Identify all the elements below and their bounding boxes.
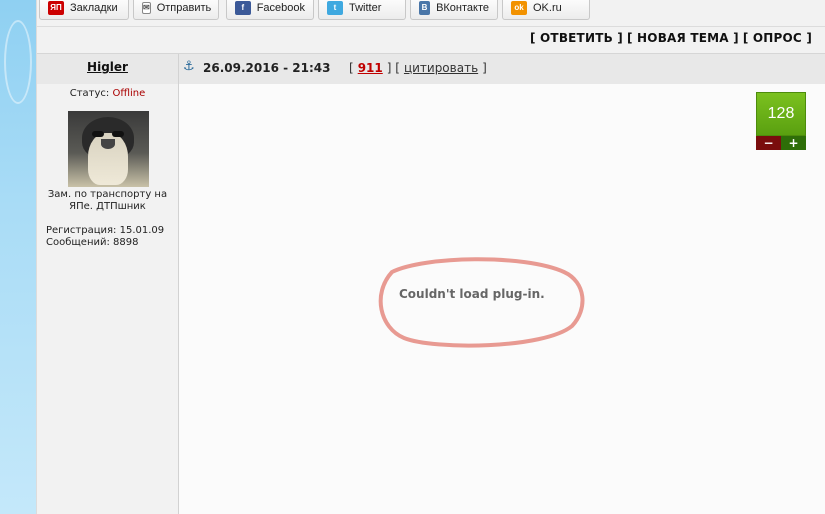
post-content: 128 − + Couldn't load plug-in. — [179, 84, 825, 514]
avatar-eye — [92, 131, 104, 137]
divider — [178, 54, 179, 84]
rating-plus-button[interactable]: + — [781, 136, 806, 150]
rating-buttons: − + — [756, 136, 806, 150]
new-topic-button[interactable]: [ НОВАЯ ТЕМА ] — [627, 31, 739, 45]
author-status: Статус: Offline — [37, 88, 178, 99]
author-rank: Зам. по транспорту на ЯПе. ДТПшник — [47, 189, 168, 212]
author-info: Статус: Offline Зам. по транспорту на ЯП… — [37, 84, 178, 514]
share-button-label: ВКонтакте — [436, 1, 489, 14]
twitter-icon: t — [327, 0, 343, 15]
share-button-label: OK.ru — [533, 1, 562, 14]
share-facebook-button[interactable]: f Facebook — [226, 0, 314, 20]
avatar[interactable] — [68, 111, 149, 187]
message-count: Сообщений: 8898 — [46, 237, 139, 248]
share-vk-button[interactable]: В ВКонтакте — [410, 0, 498, 20]
avatar-eye — [112, 131, 124, 137]
registration-date: Регистрация: 15.01.09 — [46, 225, 165, 236]
ok-icon: ok — [511, 0, 527, 15]
status-label: Статус: — [69, 88, 110, 99]
post-date: 26.09.2016 - 21:43 — [203, 61, 331, 75]
share-bookmarks-button[interactable]: ЯП Закладки — [39, 0, 129, 20]
topic-actions: [ ОТВЕТИТЬ ] [ НОВАЯ ТЕМА ] [ ОПРОС ] — [530, 31, 812, 45]
post-author-link[interactable]: Higler — [37, 60, 178, 74]
bracket: [ — [349, 61, 354, 75]
share-button-label: Twitter — [349, 1, 382, 14]
poll-button[interactable]: [ ОПРОС ] — [743, 31, 812, 45]
reply-button[interactable]: [ ОТВЕТИТЬ ] — [530, 31, 623, 45]
share-button-label: Отправить — [156, 1, 212, 14]
post-header: Higler ⚓ 26.09.2016 - 21:43 [911] [ цитир… — [37, 53, 825, 85]
annotation-circle — [378, 257, 585, 348]
share-send-button[interactable]: ✉ Отправить — [133, 0, 219, 20]
post-rating: 128 − + — [756, 92, 806, 150]
quote-link[interactable]: цитировать — [404, 61, 478, 75]
post-meta: [911] [ цитировать] — [349, 61, 487, 75]
share-button-label: Закладки — [70, 1, 118, 14]
post-number-link[interactable]: 911 — [358, 61, 383, 75]
share-bar: ЯП Закладки ✉ Отправить f Facebook t Twi… — [37, 0, 825, 22]
facebook-icon: f — [235, 0, 251, 15]
avatar-beak — [101, 139, 115, 149]
anchor-icon[interactable]: ⚓ — [183, 59, 195, 74]
share-twitter-button[interactable]: t Twitter — [318, 0, 406, 20]
forum-thread: ЯП Закладки ✉ Отправить f Facebook t Twi… — [36, 0, 825, 514]
mail-icon: ✉ — [142, 1, 151, 14]
bracket: ] [ — [386, 61, 400, 75]
plugin-error-message: Couldn't load plug-in. — [399, 287, 545, 301]
page-background-decoration — [0, 0, 36, 514]
author-stats: Регистрация: 15.01.09 Сообщений: 8898 — [46, 225, 164, 249]
share-button-label: Facebook — [256, 1, 305, 14]
share-ok-button[interactable]: ok OK.ru — [502, 0, 590, 20]
rating-value: 128 — [756, 92, 806, 136]
vk-icon: В — [419, 0, 431, 15]
rating-minus-button[interactable]: − — [756, 136, 781, 150]
ya-bookmarks-icon: ЯП — [48, 0, 64, 15]
status-value: Offline — [112, 88, 146, 99]
bracket: ] — [482, 61, 487, 75]
divider — [37, 26, 825, 27]
